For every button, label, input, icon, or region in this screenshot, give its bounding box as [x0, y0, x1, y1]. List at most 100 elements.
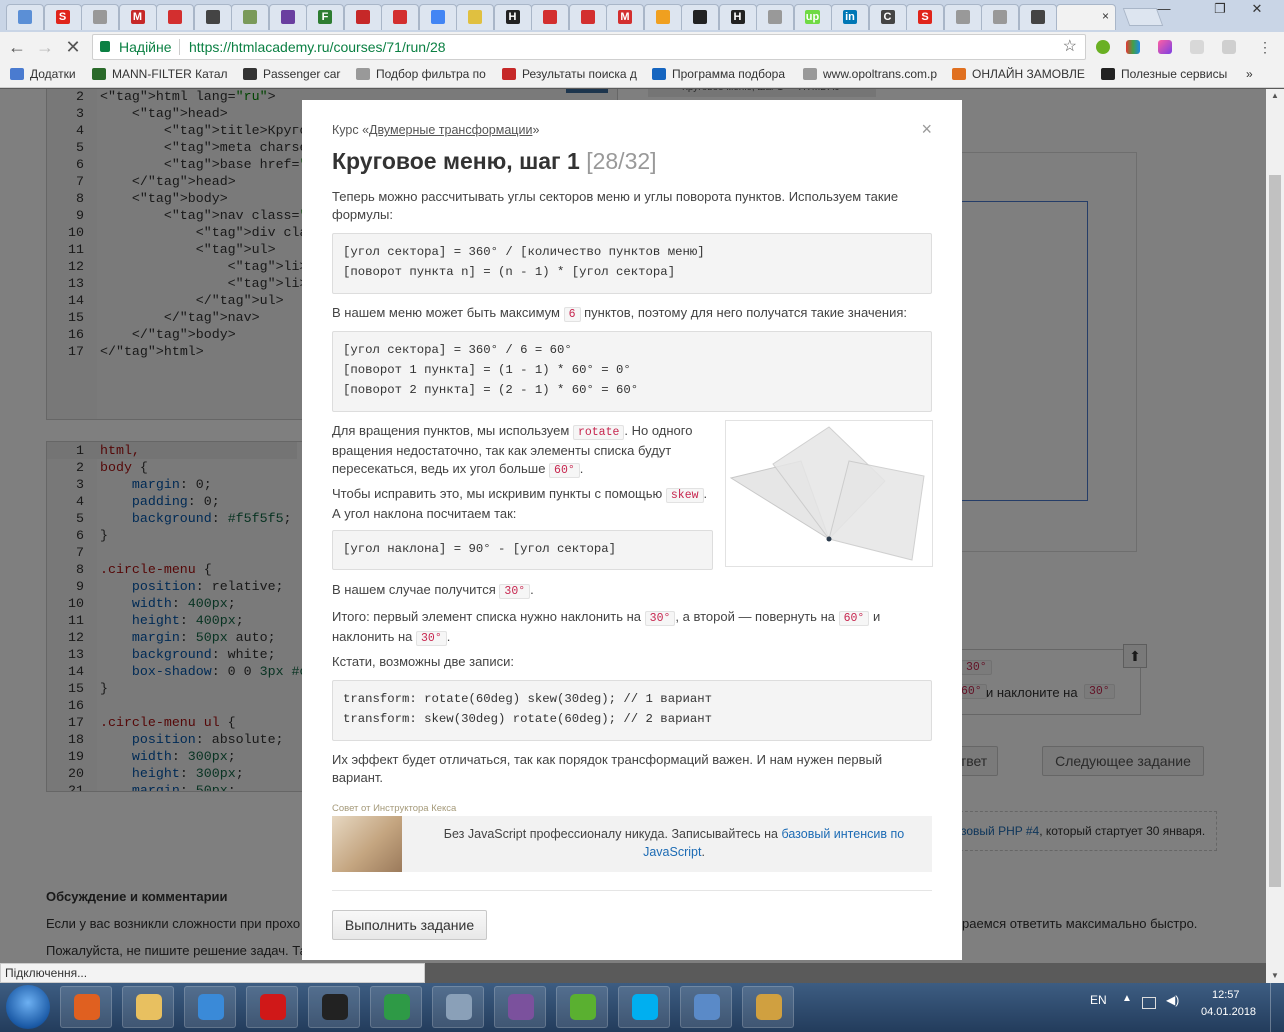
- bookmark-star-icon[interactable]: ☆: [1063, 35, 1077, 59]
- bookmark-item[interactable]: ОНЛАЙН ЗАМОВЛЕ: [952, 67, 1085, 81]
- close-window-button[interactable]: ✕: [1244, 0, 1270, 20]
- new-tab-button[interactable]: [1122, 8, 1163, 26]
- tab[interactable]: [268, 4, 307, 30]
- submit-task-button[interactable]: Выполнить задание: [332, 910, 487, 940]
- scroll-up-icon[interactable]: ▲: [1266, 89, 1284, 103]
- code-block: [угол сектора] = 360° / [количество пунк…: [332, 233, 932, 294]
- security-label: Надійне: [119, 39, 172, 55]
- tab[interactable]: [343, 4, 382, 30]
- tab-active[interactable]: ×: [1056, 4, 1116, 30]
- tab[interactable]: [193, 4, 232, 30]
- bookmarks-more[interactable]: »: [1246, 67, 1253, 81]
- tab[interactable]: [231, 4, 269, 30]
- tab[interactable]: [456, 4, 494, 30]
- forward-icon[interactable]: →: [34, 36, 56, 58]
- modal-title: Круговое меню, шаг 1 [28/32]: [332, 146, 657, 176]
- tab[interactable]: [756, 4, 794, 30]
- tab[interactable]: [531, 4, 569, 30]
- close-icon[interactable]: ×: [921, 120, 932, 138]
- tab[interactable]: M: [606, 4, 644, 30]
- cross-icon: [168, 10, 182, 24]
- chrome-icon[interactable]: [370, 986, 422, 1028]
- site-icon: [18, 10, 32, 24]
- language-indicator[interactable]: EN: [1090, 993, 1107, 1007]
- app-glyph: [136, 994, 162, 1020]
- extension-icon[interactable]: [1158, 40, 1172, 54]
- network-tray-icon[interactable]: [1142, 997, 1156, 1009]
- tab[interactable]: M: [118, 4, 157, 30]
- tab[interactable]: up: [793, 4, 832, 30]
- address-bar[interactable]: Надійне https://htmlacademy.ru/courses/7…: [92, 34, 1086, 60]
- webstorm-icon[interactable]: [308, 986, 360, 1028]
- skype-icon[interactable]: [618, 986, 670, 1028]
- tab[interactable]: in: [831, 4, 869, 30]
- restore-button[interactable]: ❐: [1207, 0, 1233, 20]
- tab[interactable]: [643, 4, 682, 30]
- show-desktop-button[interactable]: [1270, 983, 1284, 1032]
- paint-icon[interactable]: [742, 986, 794, 1028]
- icq-icon[interactable]: [556, 986, 608, 1028]
- stop-icon[interactable]: ✕: [62, 36, 84, 58]
- bookmark-item[interactable]: Додатки: [10, 67, 76, 81]
- app-glyph: [198, 994, 224, 1020]
- inline-code: skew: [665, 488, 704, 503]
- course-link[interactable]: Двумерные трансформации: [369, 123, 532, 137]
- leaf-icon: [243, 10, 257, 24]
- bookmark-item[interactable]: MANN-FILTER Катал: [92, 67, 228, 81]
- opera-icon[interactable]: [246, 986, 298, 1028]
- internet-explorer-icon[interactable]: [184, 986, 236, 1028]
- tab[interactable]: [681, 4, 719, 30]
- bookmark-label: Программа подбора: [672, 67, 786, 81]
- g-icon: [430, 10, 445, 24]
- tab[interactable]: C: [868, 4, 907, 30]
- inline-code: 30°: [644, 611, 676, 626]
- extension-icon[interactable]: [1096, 40, 1110, 54]
- tray-arrow-icon[interactable]: ▲: [1122, 993, 1132, 1004]
- scroll-thumb[interactable]: [1269, 175, 1281, 887]
- close-tab-icon[interactable]: ×: [1102, 5, 1109, 27]
- page-scrollbar[interactable]: ▲ ▼: [1266, 89, 1284, 983]
- tab[interactable]: [943, 4, 982, 30]
- scroll-down-icon[interactable]: ▼: [1266, 969, 1284, 983]
- viber-icon[interactable]: [494, 986, 546, 1028]
- bookmark-item[interactable]: Результаты поиска д: [502, 67, 637, 81]
- clock-time[interactable]: 12:57: [1212, 989, 1240, 1001]
- start-button[interactable]: [6, 985, 50, 1029]
- tab[interactable]: [981, 4, 1019, 30]
- doc-icon: [993, 10, 1007, 24]
- tab[interactable]: [81, 4, 119, 30]
- bookmark-item[interactable]: Программа подбора: [652, 67, 785, 81]
- bookmark-item[interactable]: Passenger car: [243, 67, 340, 81]
- network-icon[interactable]: [680, 986, 732, 1028]
- tab[interactable]: S: [906, 4, 944, 30]
- tab[interactable]: H: [718, 4, 757, 30]
- tab[interactable]: [568, 4, 607, 30]
- tab[interactable]: S: [43, 4, 82, 30]
- tab[interactable]: F: [306, 4, 344, 30]
- tab[interactable]: [1018, 4, 1057, 30]
- volume-icon[interactable]: ◀): [1166, 993, 1179, 1007]
- bookmark-item[interactable]: Подбор фильтра по: [356, 67, 486, 81]
- bookmark-item[interactable]: Полезные сервисы: [1101, 67, 1227, 81]
- calculator-icon[interactable]: [432, 986, 484, 1028]
- app-glyph: [74, 994, 100, 1020]
- app-glyph: [260, 994, 286, 1020]
- media-player-icon[interactable]: [60, 986, 112, 1028]
- tab[interactable]: [418, 4, 457, 30]
- file-explorer-icon[interactable]: [122, 986, 174, 1028]
- extension-icon[interactable]: [1126, 40, 1140, 54]
- lesson-modal: Курс «Двумерные трансформации» × Кругово…: [302, 100, 962, 960]
- tab[interactable]: [6, 4, 44, 30]
- url-text[interactable]: https://htmlacademy.ru/courses/71/run/28: [189, 35, 446, 59]
- menu-icon[interactable]: ⋮: [1254, 36, 1276, 58]
- clock-date[interactable]: 04.01.2018: [1201, 1006, 1256, 1018]
- extension-icon[interactable]: [1190, 40, 1204, 54]
- drive-icon[interactable]: [1222, 40, 1236, 54]
- text: В нашем случае получится: [332, 582, 496, 597]
- tab[interactable]: [156, 4, 194, 30]
- back-icon[interactable]: ←: [6, 36, 28, 58]
- tab[interactable]: [381, 4, 419, 30]
- bookmark-item[interactable]: www.opoltrans.com.p: [803, 67, 937, 81]
- paragraph: Чтобы исправить это, мы искривим пункты …: [332, 485, 712, 523]
- tab[interactable]: H: [493, 4, 532, 30]
